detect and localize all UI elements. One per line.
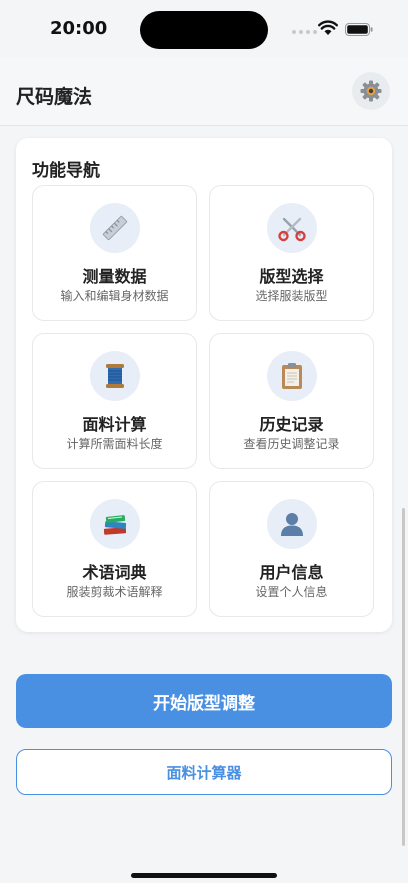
app-screen: 20:00 尺码魔法 功能导航 测量数据 输入和编辑身材数据 版型选择 选择服装… xyxy=(0,0,408,883)
dynamic-island xyxy=(140,11,268,49)
home-indicator[interactable] xyxy=(131,873,277,878)
nav-tile-glossary[interactable]: 术语词典 服装剪裁术语解释 xyxy=(32,481,197,617)
user-icon xyxy=(281,513,303,536)
nav-tile-measurements[interactable]: 测量数据 输入和编辑身材数据 xyxy=(32,185,197,321)
tile-label: 历史记录 xyxy=(259,415,324,434)
cellular-signal-icon xyxy=(292,30,317,34)
clipboard-icon xyxy=(282,363,302,389)
battery-icon xyxy=(345,23,373,36)
app-header: 尺码魔法 xyxy=(0,58,408,126)
ruler-icon xyxy=(102,215,128,241)
fabric-calculator-button[interactable]: 面料计算器 xyxy=(16,749,392,795)
gear-icon xyxy=(360,80,382,102)
scrollbar[interactable] xyxy=(402,508,405,846)
nav-tile-fabric-calc[interactable]: 面料计算 计算所需面料长度 xyxy=(32,333,197,469)
tile-description: 服装剪裁术语解释 xyxy=(66,585,163,599)
thread-spool-icon xyxy=(106,364,124,388)
tile-label: 术语词典 xyxy=(82,563,147,582)
nav-tile-history[interactable]: 历史记录 查看历史调整记录 xyxy=(209,333,374,469)
tile-description: 计算所需面料长度 xyxy=(66,437,163,451)
app-title: 尺码魔法 xyxy=(16,86,93,108)
nav-tile-user-info[interactable]: 用户信息 设置个人信息 xyxy=(209,481,374,617)
nav-tile-pattern-select[interactable]: 版型选择 选择服装版型 xyxy=(209,185,374,321)
tile-description: 查看历史调整记录 xyxy=(243,437,340,451)
status-bar: 20:00 xyxy=(0,0,408,58)
nav-section-title: 功能导航 xyxy=(32,161,100,181)
settings-button[interactable] xyxy=(352,72,390,110)
tile-description: 选择服装版型 xyxy=(255,289,328,303)
status-time: 20:00 xyxy=(50,18,108,39)
tile-description: 设置个人信息 xyxy=(255,585,328,599)
books-icon xyxy=(103,515,127,535)
tile-label: 用户信息 xyxy=(259,563,324,582)
tile-label: 面料计算 xyxy=(82,415,147,434)
tile-description: 输入和编辑身材数据 xyxy=(60,289,169,303)
start-pattern-adjust-button[interactable]: 开始版型调整 xyxy=(16,674,392,728)
feature-nav-card: 功能导航 测量数据 输入和编辑身材数据 版型选择 选择服装版型 面料计算 计算所… xyxy=(16,138,392,632)
tile-label: 测量数据 xyxy=(82,267,147,286)
wifi-icon xyxy=(318,20,338,35)
scissors-icon xyxy=(278,217,306,242)
tile-label: 版型选择 xyxy=(259,267,324,286)
